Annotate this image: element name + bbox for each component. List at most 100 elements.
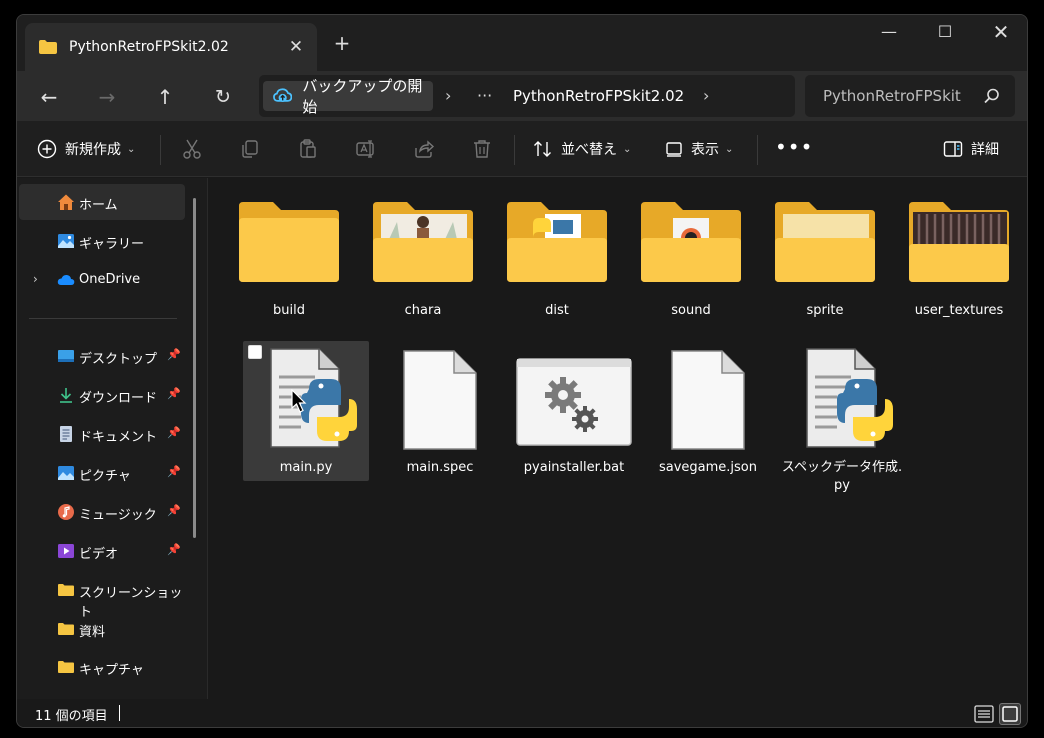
folder-item-build[interactable]: build <box>226 190 352 324</box>
folder-item-dist[interactable]: dist <box>494 190 620 324</box>
file-name: sound <box>671 303 711 318</box>
sidebar-item-label: ビデオ <box>79 547 119 562</box>
close-button[interactable]: ✕ <box>973 15 1027 49</box>
sidebar-item-label: ピクチャ <box>79 469 131 484</box>
blank-file-icon <box>403 350 477 450</box>
minimize-button[interactable]: — <box>861 15 917 49</box>
text-caret <box>119 705 120 721</box>
breadcrumb-separator-end[interactable]: › <box>703 81 709 111</box>
sidebar-item-label: ドキュメント <box>79 430 158 445</box>
details-pane-label: 詳細 <box>971 142 999 158</box>
rename-icon[interactable] <box>355 138 377 160</box>
pin-icon[interactable]: 📌 <box>167 543 181 556</box>
tab-close-button[interactable]: ✕ <box>285 36 307 58</box>
pin-icon[interactable]: 📌 <box>167 504 181 517</box>
file-item-pyainstaller-bat[interactable]: pyainstaller.bat <box>511 341 637 481</box>
python-file-icon <box>270 348 357 448</box>
sidebar-item-label: 資料 <box>79 625 106 640</box>
sidebar-item-home[interactable]: ホーム <box>19 184 185 220</box>
sidebar-item-label: ミュージック <box>79 508 157 523</box>
selection-checkbox[interactable] <box>248 345 262 359</box>
more-options-button[interactable]: ••• <box>775 135 813 159</box>
batch-file-gear-icon <box>516 358 632 446</box>
sidebar-item-videos[interactable]: ビデオ 📌 <box>19 533 185 569</box>
sidebar-item-materials[interactable]: 資料 <box>19 611 185 647</box>
sidebar-item-capture[interactable]: キャプチャ <box>19 649 185 685</box>
sidebar-item-gallery[interactable]: ギャラリー <box>19 223 185 259</box>
folder-item-user-textures[interactable]: user_textures <box>896 190 1022 324</box>
video-icon <box>58 544 74 558</box>
plus-circle-icon <box>37 139 57 159</box>
file-item-main-spec[interactable]: main.spec <box>377 341 503 481</box>
sidebar-item-pictures[interactable]: ピクチャ 📌 <box>19 455 185 491</box>
share-icon[interactable] <box>413 138 435 160</box>
details-view-button[interactable] <box>973 703 995 725</box>
breadcrumb-separator[interactable]: › <box>445 81 451 111</box>
file-name: build <box>273 303 305 318</box>
chevron-down-icon: ⌄ <box>127 143 136 155</box>
paste-icon[interactable] <box>297 138 319 160</box>
search-box[interactable]: PythonRetroFPSkit <box>805 75 1015 117</box>
item-count: 11 個の項目 <box>35 709 108 724</box>
folder-icon <box>58 584 74 596</box>
backup-start-label: バックアップの開始 <box>302 77 423 116</box>
chevron-down-icon: ⌄ <box>725 143 734 155</box>
sort-button[interactable]: 並べ替え ⌄ <box>533 135 631 163</box>
sidebar-item-music[interactable]: ミュージック 📌 <box>19 494 185 530</box>
pin-icon[interactable]: 📌 <box>167 387 181 400</box>
mouse-cursor-icon <box>291 389 307 413</box>
python-file-icon <box>806 348 893 448</box>
chevron-down-icon: ⌄ <box>623 143 632 155</box>
navigation-pane: ホーム ギャラリー › OneDrive デスクトップ 📌 ダウンロード 📌 ド… <box>17 178 207 699</box>
sidebar-item-label: キャプチャ <box>79 663 144 678</box>
sidebar-item-screenshots[interactable]: スクリーンショット <box>19 572 185 620</box>
sidebar-item-label: デスクトップ <box>79 352 158 367</box>
title-bar: PythonRetroFPSkit2.02 ✕ + — ☐ ✕ <box>17 15 1027 71</box>
view-button[interactable]: 表示 ⌄ <box>665 135 733 163</box>
maximize-button[interactable]: ☐ <box>917 15 973 49</box>
file-name: main.py <box>279 460 333 475</box>
file-item-main-py[interactable]: main.py <box>243 341 369 481</box>
pin-icon[interactable]: 📌 <box>167 465 181 478</box>
delete-icon[interactable] <box>471 138 493 160</box>
address-row: ← → ↑ ↻ バックアップの開始 › ··· PythonRetroFPSki… <box>17 71 1027 121</box>
command-divider <box>160 135 161 165</box>
command-bar: 新規作成 ⌄ 並べ替え ⌄ 表示 ⌄ ••• 詳細 <box>17 121 1027 177</box>
new-tab-button[interactable]: + <box>331 32 353 54</box>
cloud-upload-icon <box>273 88 293 103</box>
backup-start-button[interactable]: バックアップの開始 <box>263 77 433 116</box>
folder-icon <box>58 623 74 635</box>
folder-image-preview-icon <box>373 202 473 282</box>
pin-icon[interactable]: 📌 <box>167 348 181 361</box>
list-view-icon <box>974 705 994 723</box>
folder-icon <box>239 202 339 282</box>
large-icons-view-button[interactable] <box>999 703 1021 725</box>
sidebar-item-desktop[interactable]: デスクトップ 📌 <box>19 338 185 374</box>
breadcrumb-more-button[interactable]: ··· <box>477 81 492 111</box>
sidebar-scrollbar[interactable] <box>193 198 196 538</box>
tile-view-icon <box>1002 706 1018 722</box>
sidebar-item-label: ギャラリー <box>79 237 145 252</box>
sidebar-item-label: OneDrive <box>79 272 141 287</box>
folder-item-chara[interactable]: chara <box>360 190 486 324</box>
sidebar-item-label: ダウンロード <box>79 391 158 406</box>
file-name: savegame.json <box>658 460 758 475</box>
sidebar-item-onedrive[interactable]: › OneDrive <box>19 262 185 298</box>
folder-item-sprite[interactable]: sprite <box>762 190 888 324</box>
pin-icon[interactable]: 📌 <box>167 426 181 439</box>
folder-item-sound[interactable]: sound <box>628 190 754 324</box>
breadcrumb-current-folder[interactable]: PythonRetroFPSkit2.02 <box>513 81 684 111</box>
tab-current-folder[interactable]: PythonRetroFPSkit2.02 ✕ <box>25 23 317 71</box>
chevron-right-icon[interactable]: › <box>33 272 38 286</box>
file-explorer-window: PythonRetroFPSkit2.02 ✕ + — ☐ ✕ ← → ↑ ↻ … <box>16 14 1028 728</box>
sidebar-item-documents[interactable]: ドキュメント 📌 <box>19 416 185 452</box>
copy-icon[interactable] <box>239 138 261 160</box>
details-pane-button[interactable]: 詳細 <box>943 135 999 163</box>
search-input[interactable]: PythonRetroFPSkit <box>823 87 963 105</box>
sidebar-item-downloads[interactable]: ダウンロード 📌 <box>19 377 185 413</box>
file-item-spec-data-py[interactable]: スペックデータ作成.py <box>779 341 905 501</box>
new-button[interactable]: 新規作成 ⌄ <box>37 135 135 163</box>
cut-icon[interactable] <box>181 138 203 160</box>
file-item-savegame-json[interactable]: savegame.json <box>645 341 771 481</box>
file-name: スペックデータ作成.py <box>781 460 903 493</box>
